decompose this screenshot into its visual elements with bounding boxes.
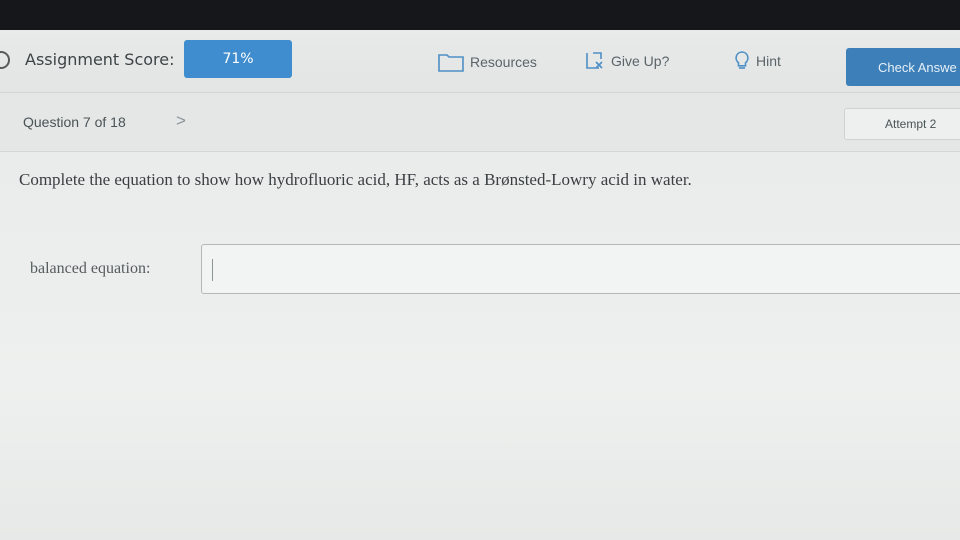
score-circle-icon — [0, 51, 10, 69]
give-up-icon — [586, 52, 603, 69]
assignment-score-value: 71% — [184, 40, 292, 78]
check-answer-button[interactable]: Check Answe — [846, 48, 960, 86]
top-dark-bar — [0, 0, 960, 30]
balanced-equation-label: balanced equation: — [30, 260, 151, 277]
give-up-label: Give Up? — [611, 53, 670, 69]
question-counter: Question 7 of 18 — [23, 114, 126, 130]
resources-button[interactable]: Resources — [438, 52, 537, 72]
balanced-equation-input[interactable] — [201, 244, 960, 294]
hint-label: Hint — [756, 53, 781, 69]
question-prompt: Complete the equation to show how hydrof… — [19, 170, 692, 189]
next-question-chevron-icon[interactable]: > — [176, 111, 186, 131]
folder-icon — [438, 54, 464, 72]
give-up-button[interactable]: Give Up? — [583, 50, 669, 72]
text-caret — [212, 259, 213, 281]
hint-button[interactable]: Hint — [734, 50, 781, 72]
assignment-score-label: Assignment Score: — [25, 50, 175, 69]
question-navigation-bar: Question 7 of 18 > Attempt 2 — [0, 93, 960, 152]
assignment-header: Assignment Score: 71% Resources Give Up?… — [0, 30, 960, 93]
question-content: Complete the equation to show how hydrof… — [0, 152, 960, 540]
resources-label: Resources — [470, 54, 537, 70]
attempt-badge: Attempt 2 — [844, 108, 960, 140]
lightbulb-icon — [735, 51, 749, 69]
